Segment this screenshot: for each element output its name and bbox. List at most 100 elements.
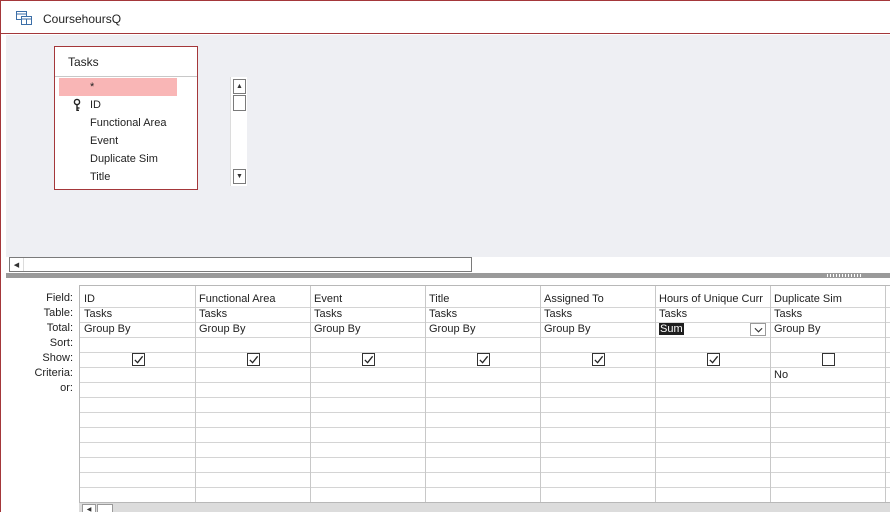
field-list-item[interactable]: * [59, 78, 177, 96]
grid-cell-table[interactable]: Tasks [770, 307, 883, 322]
show-checkbox[interactable] [362, 353, 375, 366]
grid-cell-total-value: Group By [199, 323, 246, 335]
grid-row-line [80, 472, 890, 473]
field-list-item-label: Functional Area [90, 117, 167, 129]
chevron-down-icon [754, 327, 762, 333]
field-list-item[interactable]: ID [59, 96, 177, 114]
grid-cell-sort[interactable] [425, 337, 538, 352]
grid-cell-criteria[interactable] [310, 368, 423, 383]
grid-cell-total[interactable]: Group By [310, 322, 423, 337]
grid-cell-table[interactable]: Tasks [540, 307, 653, 322]
arrow-left-icon[interactable]: ◀ [82, 504, 96, 512]
grid-cell-total-value: Group By [314, 323, 361, 335]
grid-cell-field[interactable]: Assigned To [540, 292, 653, 307]
grid-cell-sort[interactable] [540, 337, 653, 352]
field-list-scrollbar[interactable]: ▲ ▼ [230, 77, 247, 186]
splitter-grip[interactable] [827, 274, 861, 277]
query-design-grid[interactable]: ID Tasks Group By Functional Area Tasks Group… [79, 285, 890, 502]
show-checkbox[interactable] [247, 353, 260, 366]
grid-cell-total-value: Group By [774, 323, 821, 335]
grid-cell-or[interactable] [80, 383, 193, 398]
grid-cell-total-value: Group By [84, 323, 131, 335]
grid-cell-or[interactable] [540, 383, 653, 398]
field-list-tasks[interactable]: Tasks * ID Functional Area Event Duplicate S… [54, 46, 247, 190]
grid-cell-or[interactable] [770, 383, 883, 398]
row-label-or: or: [60, 382, 73, 394]
grid-cell-sort[interactable] [770, 337, 883, 352]
field-list-item[interactable]: Functional Area [59, 114, 177, 132]
show-checkbox[interactable] [822, 353, 835, 366]
field-list-title[interactable]: Tasks [68, 55, 99, 69]
row-label-criteria: Criteria: [34, 367, 73, 379]
grid-cell-total[interactable]: Group By [80, 322, 193, 337]
field-list-items[interactable]: * ID Functional Area Event Duplicate Sim Titl… [59, 78, 177, 186]
checkmark-icon [364, 355, 374, 364]
row-label-table: Table: [43, 307, 73, 319]
field-list-item-label: Event [90, 135, 119, 147]
grid-cell-criteria[interactable] [425, 368, 538, 383]
show-checkbox[interactable] [707, 353, 720, 366]
row-label-field: Field: [46, 292, 73, 304]
grid-cell-sort[interactable] [655, 337, 768, 352]
grid-cell-field[interactable]: Event [310, 292, 423, 307]
arrow-down-icon[interactable]: ▼ [233, 169, 246, 184]
checkmark-icon [249, 355, 259, 364]
grid-cell-or[interactable] [655, 383, 768, 398]
grid-cell-table[interactable]: Tasks [655, 307, 768, 322]
grid-cell-table[interactable]: Tasks [195, 307, 308, 322]
grid-cell-total-value: Group By [544, 323, 591, 335]
grid-cell-field[interactable]: Title [425, 292, 538, 307]
grid-cell-table[interactable]: Tasks [425, 307, 538, 322]
document-tab[interactable]: CoursehoursQ [1, 1, 890, 34]
grid-row-line [80, 457, 890, 458]
grid-cell-field[interactable]: Duplicate Sim [770, 292, 883, 307]
query-design-window: CoursehoursQ Tasks * ID Functional Area Eve… [0, 0, 890, 512]
field-list-item-label: Duplicate Sim [90, 153, 158, 165]
grid-cell-total[interactable]: Group By [195, 322, 308, 337]
field-list-divider [55, 76, 197, 77]
window-title: CoursehoursQ [43, 12, 122, 26]
grid-row-line [80, 427, 890, 428]
total-dropdown-button[interactable] [750, 323, 766, 336]
arrow-up-icon[interactable]: ▲ [233, 79, 246, 94]
grid-cell-total[interactable]: Group By [770, 322, 883, 337]
checkmark-icon [134, 355, 144, 364]
grid-cell-criteria[interactable] [195, 368, 308, 383]
scrollbar-thumb[interactable] [233, 95, 246, 111]
grid-row-line [80, 487, 890, 488]
primary-key-icon [73, 98, 81, 112]
show-checkbox[interactable] [592, 353, 605, 366]
grid-cell-sort[interactable] [195, 337, 308, 352]
field-list-item[interactable]: Duplicate Sim [59, 150, 177, 168]
grid-cell-or[interactable] [425, 383, 538, 398]
grid-row-line [80, 442, 890, 443]
grid-cell-field[interactable]: Hours of Unique Curr [655, 292, 768, 307]
grid-cell-field[interactable]: ID [80, 292, 193, 307]
grid-cell-criteria[interactable] [540, 368, 653, 383]
field-list-item[interactable]: Title [59, 168, 177, 186]
field-list-item-label: * [90, 81, 95, 93]
arrow-left-icon[interactable]: ◀ [10, 258, 24, 271]
grid-cell-total-value: Sum [659, 323, 684, 335]
grid-cell-table[interactable]: Tasks [310, 307, 423, 322]
grid-cell-criteria[interactable] [655, 368, 768, 383]
show-checkbox[interactable] [477, 353, 490, 366]
grid-column-line [885, 286, 886, 502]
show-checkbox[interactable] [132, 353, 145, 366]
field-list-item[interactable]: Event [59, 132, 177, 150]
grid-cell-table[interactable]: Tasks [80, 307, 193, 322]
grid-cell-criteria[interactable]: No [770, 368, 883, 383]
grid-cell-criteria[interactable] [80, 368, 193, 383]
grid-cell-total[interactable]: Group By [540, 322, 653, 337]
grid-cell-or[interactable] [195, 383, 308, 398]
design-pane-horizontal-scrollbar[interactable]: ◀ [9, 257, 472, 272]
grid-horizontal-scrollbar[interactable]: ◀ [79, 502, 890, 512]
checkmark-icon [709, 355, 719, 364]
grid-cell-or[interactable] [310, 383, 423, 398]
grid-cell-total[interactable]: Group By [425, 322, 538, 337]
grid-cell-field[interactable]: Functional Area [195, 292, 308, 307]
grid-cell-sort[interactable] [310, 337, 423, 352]
grid-cell-total-value: Group By [429, 323, 476, 335]
grid-cell-sort[interactable] [80, 337, 193, 352]
scrollbar-thumb[interactable] [97, 504, 113, 512]
